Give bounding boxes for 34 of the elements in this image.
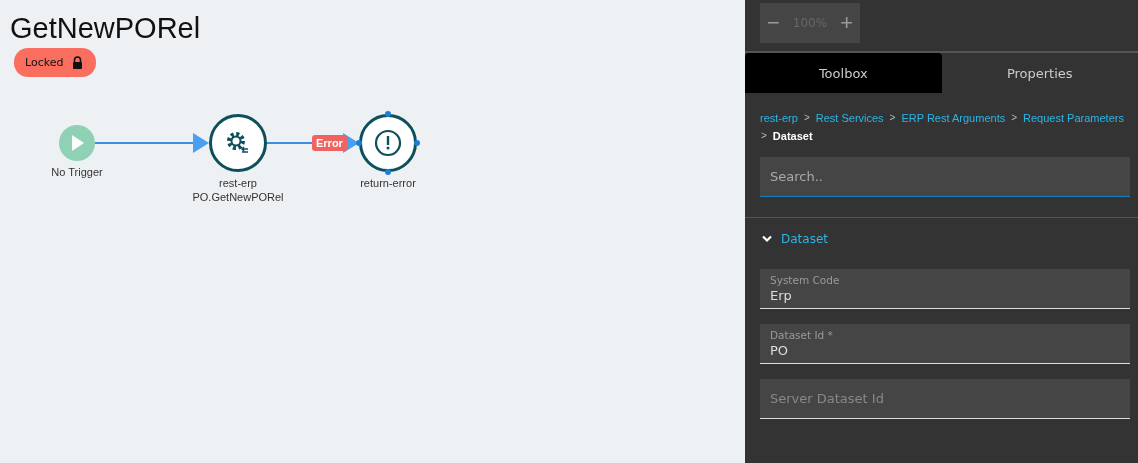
gear-node[interactable] <box>209 114 267 172</box>
error-label: Error <box>312 135 347 151</box>
text-field[interactable]: Dataset Id * PO <box>760 324 1130 364</box>
breadcrumb-separator: > <box>803 111 810 125</box>
flow-title: GetNewPORel <box>9 11 202 45</box>
breadcrumb-separator: > <box>1011 111 1018 125</box>
chevron-icon[interactable] <box>762 235 772 243</box>
lock-icon <box>72 56 84 69</box>
breadcrumb-separator: > <box>889 111 896 125</box>
breadcrumb-separator: > <box>761 129 767 143</box>
play-node[interactable] <box>59 125 95 161</box>
field-value: PO <box>770 341 790 359</box>
field-value: Erp <box>770 286 793 304</box>
breadcrumb-current[interactable]: Dataset <box>772 127 813 145</box>
field-label: System Code <box>770 273 841 287</box>
text-field[interactable]: System Code Erp <box>760 269 1130 309</box>
alert-node[interactable] <box>356 111 420 175</box>
node-label: return-error <box>360 176 416 190</box>
breadcrumb-link[interactable]: Rest Services <box>815 109 884 127</box>
breadcrumb-link[interactable]: ERP Rest Arguments <box>901 109 1006 127</box>
search-field[interactable]: Search.. <box>760 157 1130 197</box>
zoom-in-button[interactable]: + <box>836 10 857 36</box>
tab[interactable]: Toolbox <box>745 53 942 93</box>
breadcrumb-link[interactable]: Request Parameters <box>1023 109 1124 127</box>
node-sublabel: PO.GetNewPORel <box>192 190 284 204</box>
node-label: rest-erp <box>219 176 257 190</box>
node-label: No Trigger <box>51 165 103 179</box>
zoom-out-button[interactable]: − <box>763 10 784 36</box>
field-placeholder: Server Dataset Id <box>770 391 885 406</box>
tab[interactable]: Properties <box>941 53 1138 93</box>
locked-badge: Locked <box>14 48 97 77</box>
breadcrumb-link[interactable]: rest-erp <box>760 109 798 127</box>
section-title[interactable]: Dataset <box>781 232 828 246</box>
field-label: Dataset Id * <box>770 328 834 342</box>
